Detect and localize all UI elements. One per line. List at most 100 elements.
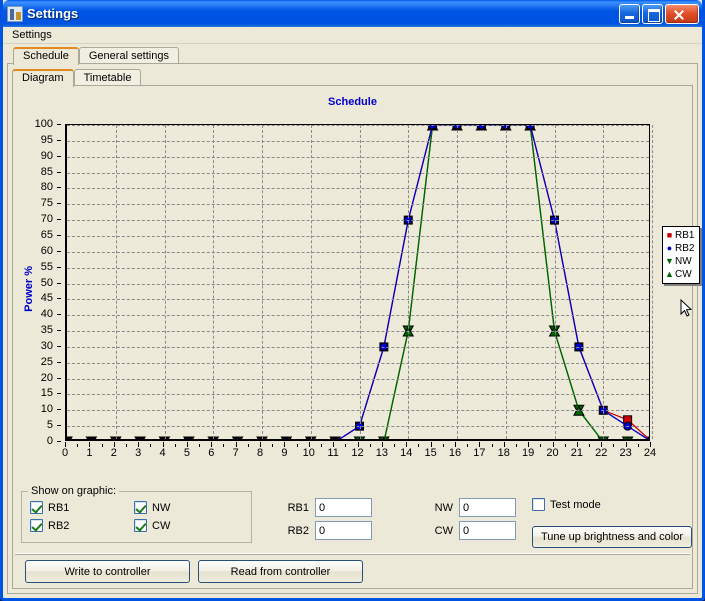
- grid-line-vertical: [652, 125, 653, 439]
- x-tick-mark: [443, 444, 444, 447]
- menu-item-settings[interactable]: Settings: [7, 28, 58, 43]
- y-tick-label: 75: [41, 197, 53, 209]
- y-tick-label: 95: [41, 134, 53, 146]
- write-to-controller-button[interactable]: Write to controller: [25, 560, 190, 583]
- x-tick-mark: [114, 442, 115, 447]
- checkbox-cw[interactable]: CW: [134, 519, 170, 532]
- legend-marker-icon: ●: [665, 244, 674, 253]
- input-nw[interactable]: [459, 498, 516, 517]
- checkbox-rb1-label: RB1: [48, 502, 69, 514]
- y-tick-mark: [57, 441, 61, 442]
- field-row-cw: CW: [425, 521, 516, 540]
- close-icon: [666, 5, 698, 23]
- checkbox-test-mode-box[interactable]: [532, 498, 545, 511]
- x-tick-label: 10: [303, 447, 315, 459]
- x-tick-mark: [272, 444, 273, 447]
- legend-item-rb2: ●RB2: [665, 242, 697, 255]
- data-point-marker: [356, 422, 364, 430]
- y-tick-mark: [57, 283, 61, 284]
- x-tick-mark: [638, 444, 639, 447]
- tab-diagram[interactable]: Diagram: [12, 69, 74, 87]
- x-tick-mark: [187, 442, 188, 447]
- outer-tab-container: Schedule General settings: [3, 44, 702, 65]
- checkbox-nw[interactable]: NW: [134, 501, 170, 514]
- x-tick-mark: [163, 442, 164, 447]
- divider: [15, 553, 690, 555]
- x-tick-mark: [321, 444, 322, 447]
- data-point-marker: [380, 343, 388, 351]
- field-row-rb2: RB2: [281, 521, 372, 540]
- x-tick-mark: [236, 442, 237, 447]
- plot-area[interactable]: [65, 124, 650, 441]
- legend-label: RB2: [675, 243, 694, 254]
- x-tick-mark: [309, 442, 310, 447]
- y-tick-label: 15: [41, 387, 53, 399]
- checkbox-rb2[interactable]: RB2: [30, 519, 69, 532]
- read-from-controller-button[interactable]: Read from controller: [198, 560, 363, 583]
- app-icon: [7, 6, 23, 22]
- y-tick-mark: [57, 124, 61, 125]
- tab-schedule[interactable]: Schedule: [13, 47, 79, 65]
- tune-up-brightness-color-button[interactable]: Tune up brightness and color: [532, 526, 692, 548]
- checkbox-nw-box[interactable]: [134, 501, 147, 514]
- data-point-marker: [624, 422, 632, 430]
- schedule-pane: Diagram Timetable Schedule Power % 05101…: [7, 63, 698, 594]
- x-tick-mark: [89, 442, 90, 447]
- series-line: [67, 125, 649, 439]
- checkbox-test-mode[interactable]: Test mode: [532, 498, 601, 511]
- checkbox-rb2-label: RB2: [48, 520, 69, 532]
- x-tick-mark: [577, 442, 578, 447]
- input-rb2[interactable]: [315, 521, 372, 540]
- legend-item-rb1: ■RB1: [665, 229, 697, 242]
- x-tick-label: 21: [571, 447, 583, 459]
- input-rb1[interactable]: [315, 498, 372, 517]
- y-tick-mark: [57, 425, 61, 426]
- minimize-button[interactable]: [619, 4, 640, 24]
- menu-bar: Settings: [3, 27, 702, 44]
- x-tick-mark: [284, 442, 285, 447]
- x-tick-label: 8: [257, 447, 263, 459]
- legend-label: RB1: [675, 230, 694, 241]
- checkbox-rb2-box[interactable]: [30, 519, 43, 532]
- legend-marker-icon: ■: [665, 231, 674, 240]
- x-tick-mark: [467, 444, 468, 447]
- x-tick-label: 23: [620, 447, 632, 459]
- x-tick-mark: [516, 444, 517, 447]
- checkbox-rb1-box[interactable]: [30, 501, 43, 514]
- x-tick-mark: [260, 442, 261, 447]
- x-tick-label: 5: [184, 447, 190, 459]
- input-cw[interactable]: [459, 521, 516, 540]
- close-button[interactable]: [665, 4, 699, 24]
- cursor-arrow-icon: [678, 299, 692, 319]
- chart-container: Schedule Power % 05101520253035404550556…: [17, 90, 688, 482]
- x-tick-mark: [431, 442, 432, 447]
- checkbox-cw-box[interactable]: [134, 519, 147, 532]
- x-tick-label: 17: [473, 447, 485, 459]
- inner-tab-strip: Diagram Timetable: [8, 64, 697, 87]
- x-tick-label: 6: [208, 447, 214, 459]
- x-tick-mark: [565, 444, 566, 447]
- y-tick-mark: [57, 298, 61, 299]
- chart-legend: ■RB1●RB2▼NW▲CW: [662, 226, 700, 284]
- x-tick-label: 4: [159, 447, 165, 459]
- y-tick-mark: [57, 203, 61, 204]
- y-tick-mark: [57, 219, 61, 220]
- series-nw: [67, 125, 649, 439]
- x-tick-mark: [479, 442, 480, 447]
- show-on-graphic-group: Show on graphic: RB1 RB2 NW CW: [21, 491, 252, 543]
- minimize-icon: [620, 5, 639, 23]
- y-tick-label: 100: [35, 118, 53, 130]
- x-tick-label: 16: [449, 447, 461, 459]
- field-row-nw: NW: [425, 498, 516, 517]
- y-tick-label: 55: [41, 261, 53, 273]
- y-tick-label: 70: [41, 213, 53, 225]
- show-on-graphic-title: Show on graphic:: [28, 485, 119, 497]
- x-tick-label: 18: [498, 447, 510, 459]
- maximize-button[interactable]: [642, 4, 663, 24]
- y-tick-label: 10: [41, 403, 53, 415]
- y-tick-label: 35: [41, 324, 53, 336]
- x-tick-label: 14: [400, 447, 412, 459]
- x-tick-label: 19: [522, 447, 534, 459]
- x-tick-mark: [382, 442, 383, 447]
- checkbox-rb1[interactable]: RB1: [30, 501, 69, 514]
